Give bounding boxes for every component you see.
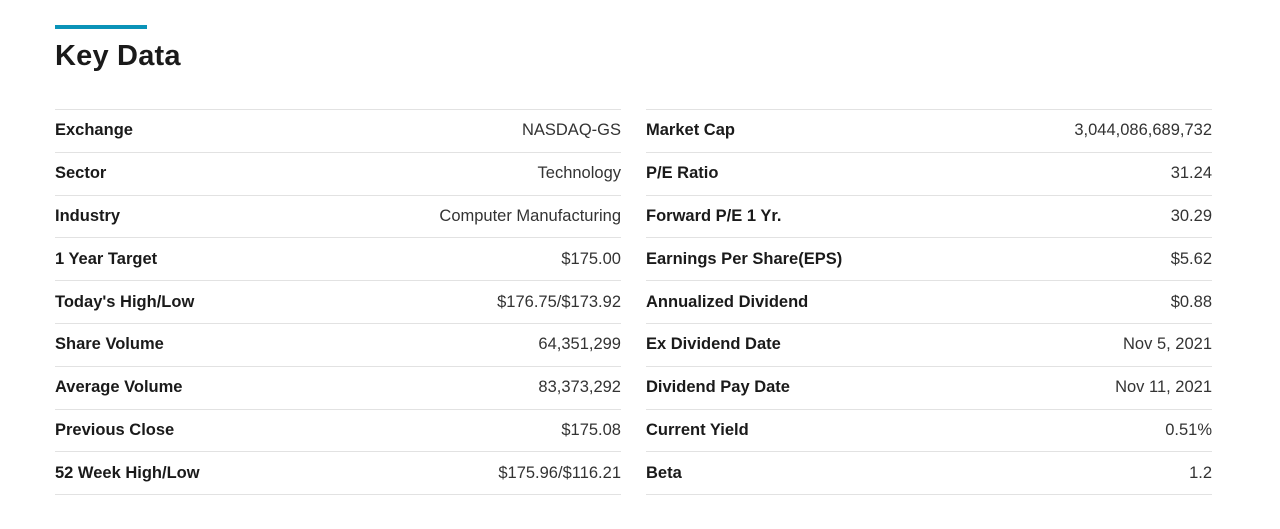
table-row: 1 Year Target $175.00 xyxy=(55,238,621,282)
key-data-table-left: Exchange NASDAQ-GS Sector Technology Ind… xyxy=(55,109,621,496)
row-label-beta: Beta xyxy=(646,463,682,482)
row-label-ex-dividend-date: Ex Dividend Date xyxy=(646,335,781,354)
row-label-exchange: Exchange xyxy=(55,121,133,140)
row-value-exchange: NASDAQ-GS xyxy=(521,121,621,140)
table-row: Exchange NASDAQ-GS xyxy=(55,110,621,153)
row-value-industry: Computer Manufacturing xyxy=(439,206,621,225)
table-row: Beta 1.2 xyxy=(646,452,1212,496)
row-value-share-volume: 64,351,299 xyxy=(538,335,621,354)
row-value-52-week-high-low: $175.96/$116.21 xyxy=(498,463,621,482)
row-value-previous-close: $175.08 xyxy=(561,420,621,439)
row-value-average-volume: 83,373,292 xyxy=(538,378,621,397)
table-row: Average Volume 83,373,292 xyxy=(55,367,621,410)
table-row: Earnings Per Share(EPS) $5.62 xyxy=(646,238,1212,282)
row-label-annualized-dividend: Annualized Dividend xyxy=(646,292,809,311)
row-value-1-year-target: $175.00 xyxy=(561,249,621,268)
table-row: Annualized Dividend $0.88 xyxy=(646,281,1212,324)
row-label-pe-ratio: P/E Ratio xyxy=(646,164,719,183)
table-row: Previous Close $175.08 xyxy=(55,410,621,453)
row-value-eps: $5.62 xyxy=(1170,249,1212,268)
table-row: Share Volume 64,351,299 xyxy=(55,324,621,367)
table-row: Sector Technology xyxy=(55,153,621,196)
row-value-forward-pe: 30.29 xyxy=(1170,206,1212,225)
table-row: Today's High/Low $176.75/$173.92 xyxy=(55,281,621,324)
table-row: Current Yield 0.51% xyxy=(646,410,1212,453)
row-label-sector: Sector xyxy=(55,164,107,183)
row-value-market-cap: 3,044,086,689,732 xyxy=(1074,121,1212,140)
row-label-dividend-pay-date: Dividend Pay Date xyxy=(646,378,790,397)
row-value-beta: 1.2 xyxy=(1189,463,1212,482)
row-value-current-yield: 0.51% xyxy=(1165,420,1212,439)
table-row: Market Cap 3,044,086,689,732 xyxy=(646,110,1212,153)
row-label-previous-close: Previous Close xyxy=(55,420,175,439)
row-label-eps: Earnings Per Share(EPS) xyxy=(646,249,843,268)
section-title: Key Data xyxy=(55,40,181,72)
row-value-ex-dividend-date: Nov 5, 2021 xyxy=(1123,335,1212,354)
row-label-market-cap: Market Cap xyxy=(646,121,735,140)
row-label-current-yield: Current Yield xyxy=(646,420,749,439)
row-value-dividend-pay-date: Nov 11, 2021 xyxy=(1115,378,1212,397)
table-row: Ex Dividend Date Nov 5, 2021 xyxy=(646,324,1212,367)
row-label-industry: Industry xyxy=(55,206,121,225)
table-row: P/E Ratio 31.24 xyxy=(646,153,1212,196)
table-row: Dividend Pay Date Nov 11, 2021 xyxy=(646,367,1212,410)
table-row: Forward P/E 1 Yr. 30.29 xyxy=(646,196,1212,239)
row-value-todays-high-low: $176.75/$173.92 xyxy=(497,292,621,311)
title-accent-bar xyxy=(55,25,147,29)
row-value-sector: Technology xyxy=(537,164,621,183)
row-label-todays-high-low: Today's High/Low xyxy=(55,292,195,311)
key-data-table-right: Market Cap 3,044,086,689,732 P/E Ratio 3… xyxy=(646,109,1212,496)
row-value-annualized-dividend: $0.88 xyxy=(1170,292,1212,311)
row-label-average-volume: Average Volume xyxy=(55,378,183,397)
row-value-pe-ratio: 31.24 xyxy=(1170,164,1212,183)
table-row: 52 Week High/Low $175.96/$116.21 xyxy=(55,452,621,496)
row-label-share-volume: Share Volume xyxy=(55,335,164,354)
row-label-52-week-high-low: 52 Week High/Low xyxy=(55,463,200,482)
row-label-forward-pe: Forward P/E 1 Yr. xyxy=(646,206,782,225)
table-row: Industry Computer Manufacturing xyxy=(55,196,621,239)
row-label-1-year-target: 1 Year Target xyxy=(55,249,158,268)
